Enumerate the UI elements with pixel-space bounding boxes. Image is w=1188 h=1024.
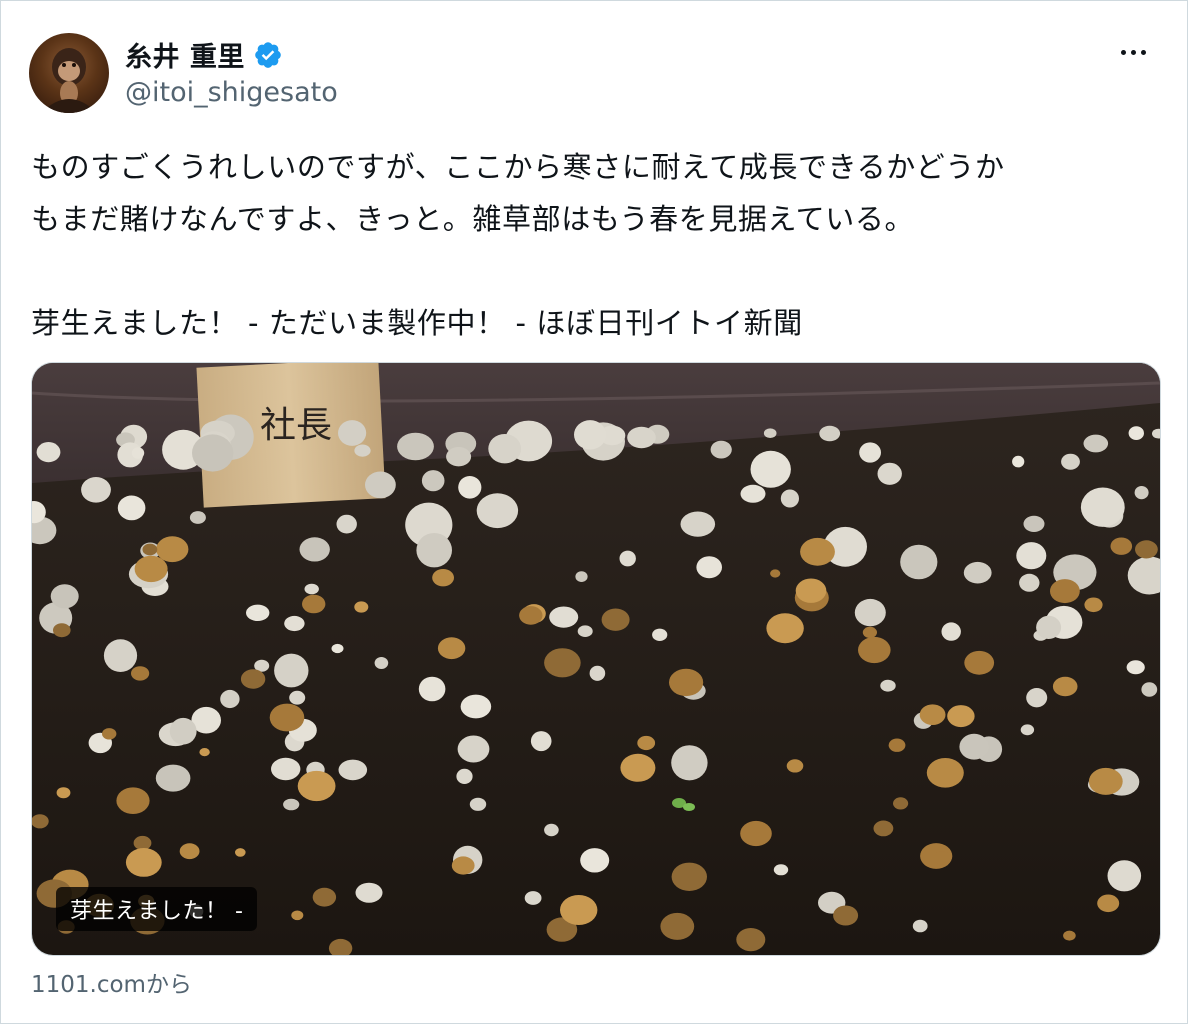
card-caption: 芽生えました！ - xyxy=(56,887,258,931)
tweet-text-line: もまだ賭けなんですよ、きっと。雑草部はもう春を見据えている。 xyxy=(31,202,915,236)
card-source-link[interactable]: 1101.comから xyxy=(31,965,192,999)
author-name-row: 糸井 重里 xyxy=(125,35,283,74)
more-options-icon[interactable] xyxy=(1113,37,1153,67)
tweet-link-title: 芽生えました！ - ただいま製作中！ - ほぼ日刊イトイ新聞 xyxy=(31,306,803,340)
avatar-image xyxy=(41,48,97,113)
tweet-card-frame: 糸井 重里 @itoi_shigesato ものすごくうれしいのですが、ここから… xyxy=(0,0,1188,1024)
author-display-name[interactable]: 糸井 重里 xyxy=(125,35,245,74)
sign-text: 社長 xyxy=(260,405,332,446)
link-card[interactable]: 社長 芽生えました！ - xyxy=(31,362,1161,956)
card-photo: 社長 xyxy=(32,363,1160,955)
tweet-body: ものすごくうれしいのですが、ここから寒さに耐えて成長できるかどうか もまだ賭けな… xyxy=(31,141,1161,349)
avatar[interactable] xyxy=(29,33,109,113)
tweet-text-line: ものすごくうれしいのですが、ここから寒さに耐えて成長できるかどうか xyxy=(31,150,1005,184)
author-handle[interactable]: @itoi_shigesato xyxy=(125,77,338,108)
verified-badge-icon xyxy=(255,41,281,68)
